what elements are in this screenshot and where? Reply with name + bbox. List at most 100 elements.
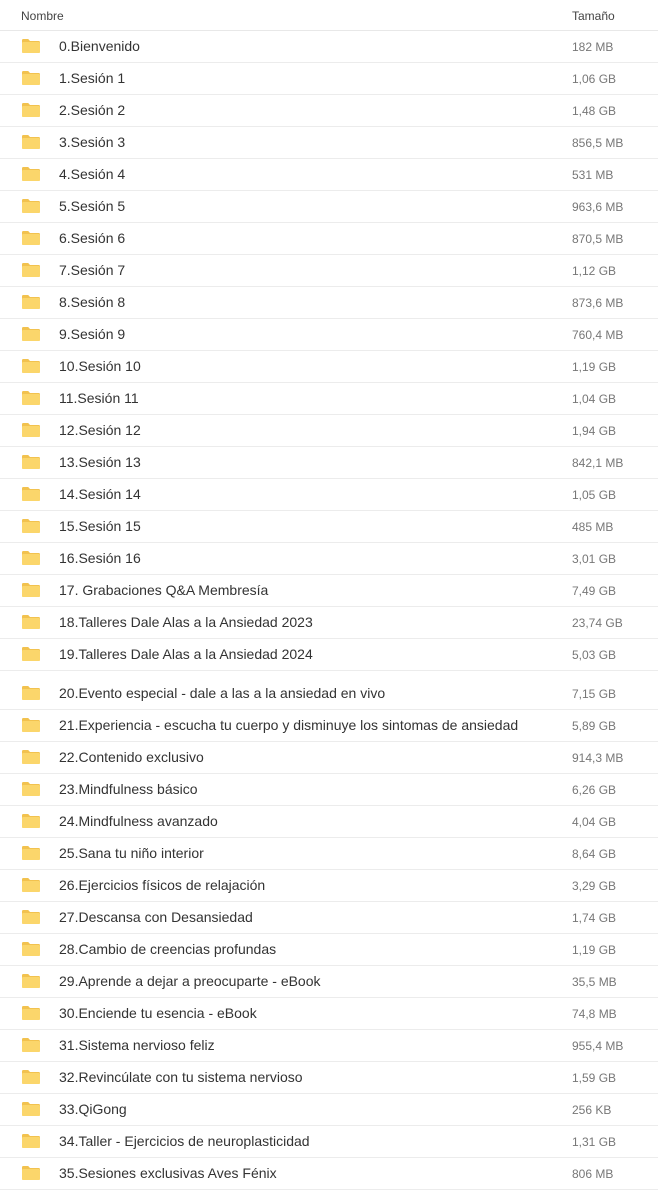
- table-row[interactable]: 9.Sesión 9 760,4 MB: [0, 319, 658, 351]
- table-row[interactable]: 15.Sesión 15 485 MB: [0, 511, 658, 543]
- table-row[interactable]: 1.Sesión 1 1,06 GB: [0, 63, 658, 95]
- folder-name: 29.Aprende a dejar a preocuparte - eBook: [59, 973, 321, 989]
- table-row[interactable]: 6.Sesión 6 870,5 MB: [0, 223, 658, 255]
- folder-size: 6,26 GB: [572, 783, 617, 797]
- folder-name: 2.Sesión 2: [59, 102, 126, 118]
- folder-icon: [21, 230, 41, 246]
- table-row[interactable]: 10.Sesión 10 1,19 GB: [0, 351, 658, 383]
- folder-name: 19.Talleres Dale Alas a la Ansiedad 2024: [59, 646, 313, 662]
- column-header-name[interactable]: Nombre: [21, 9, 64, 23]
- table-row[interactable]: 31.Sistema nervioso feliz 955,4 MB: [0, 1030, 658, 1062]
- folder-size: 1,12 GB: [572, 264, 617, 278]
- column-header-size[interactable]: Tamaño: [572, 9, 615, 23]
- folder-name: 5.Sesión 5: [59, 198, 126, 214]
- folder-name: 16.Sesión 16: [59, 550, 141, 566]
- folder-icon: [21, 38, 41, 54]
- folder-size: 531 MB: [572, 168, 614, 182]
- folder-name: 14.Sesión 14: [59, 486, 141, 502]
- folder-size: 74,8 MB: [572, 1007, 617, 1021]
- table-row[interactable]: 33.QiGong 256 KB: [0, 1094, 658, 1126]
- folder-size: 1,74 GB: [572, 911, 617, 925]
- folder-icon: [21, 685, 41, 701]
- folder-name: 27.Descansa con Desansiedad: [59, 909, 253, 925]
- folder-name: 8.Sesión 8: [59, 294, 126, 310]
- table-row[interactable]: 29.Aprende a dejar a preocuparte - eBook…: [0, 966, 658, 998]
- table-row[interactable]: 30.Enciende tu esencia - eBook 74,8 MB: [0, 998, 658, 1030]
- folder-name: 24.Mindfulness avanzado: [59, 813, 218, 829]
- folder-icon: [21, 486, 41, 502]
- folder-name: 11.Sesión 11: [59, 390, 139, 406]
- table-row[interactable]: 4.Sesión 4 531 MB: [0, 159, 658, 191]
- folder-size: 842,1 MB: [572, 456, 624, 470]
- folder-size: 7,49 GB: [572, 584, 617, 598]
- table-row[interactable]: 5.Sesión 5 963,6 MB: [0, 191, 658, 223]
- folder-icon: [21, 358, 41, 374]
- folder-size: 1,31 GB: [572, 1135, 617, 1149]
- table-row[interactable]: 35.Sesiones exclusivas Aves Fénix 806 MB: [0, 1158, 658, 1190]
- folder-name: 22.Contenido exclusivo: [59, 749, 204, 765]
- table-row[interactable]: 2.Sesión 2 1,48 GB: [0, 95, 658, 127]
- folder-name: 17. Grabaciones Q&A Membresía: [59, 582, 269, 598]
- folder-icon: [21, 454, 41, 470]
- table-row[interactable]: 7.Sesión 7 1,12 GB: [0, 255, 658, 287]
- folder-icon: [21, 1037, 41, 1053]
- folder-icon: [21, 550, 41, 566]
- table-row[interactable]: 13.Sesión 13 842,1 MB: [0, 447, 658, 479]
- folder-name: 4.Sesión 4: [59, 166, 126, 182]
- table-row[interactable]: 26.Ejercicios físicos de relajación 3,29 …: [0, 870, 658, 902]
- folder-name: 28.Cambio de creencias profundas: [59, 941, 277, 957]
- folder-icon: [21, 294, 41, 310]
- folder-size: 5,89 GB: [572, 719, 617, 733]
- table-row[interactable]: 8.Sesión 8 873,6 MB: [0, 287, 658, 319]
- table-row[interactable]: 25.Sana tu niño interior 8,64 GB: [0, 838, 658, 870]
- table-row[interactable]: 14.Sesión 14 1,05 GB: [0, 479, 658, 511]
- folder-size: 1,19 GB: [572, 360, 617, 374]
- table-row[interactable]: 20.Evento especial - dale a las a la ans…: [0, 678, 658, 710]
- table-row[interactable]: 18.Talleres Dale Alas a la Ansiedad 2023…: [0, 607, 658, 639]
- folder-icon: [21, 166, 41, 182]
- table-row[interactable]: 22.Contenido exclusivo 914,3 MB: [0, 742, 658, 774]
- folder-name: 20.Evento especial - dale a las a la ans…: [59, 685, 386, 701]
- table-row[interactable]: 32.Revincúlate con tu sistema nervioso 1,…: [0, 1062, 658, 1094]
- folder-icon: [21, 1165, 41, 1181]
- folder-name: 18.Talleres Dale Alas a la Ansiedad 2023: [59, 614, 313, 630]
- folder-size: 23,74 GB: [572, 616, 623, 630]
- table-row[interactable]: 3.Sesión 3 856,5 MB: [0, 127, 658, 159]
- folder-icon: [21, 198, 41, 214]
- folder-name: 6.Sesión 6: [59, 230, 126, 246]
- table-row[interactable]: 34.Taller - Ejercicios de neuroplasticid…: [0, 1126, 658, 1158]
- folder-icon: [21, 262, 41, 278]
- folder-icon: [21, 582, 41, 598]
- folder-size: 963,6 MB: [572, 200, 624, 214]
- folder-size: 3,29 GB: [572, 879, 617, 893]
- table-row[interactable]: 19.Talleres Dale Alas a la Ansiedad 2024…: [0, 639, 658, 671]
- folder-size: 870,5 MB: [572, 232, 624, 246]
- folder-icon: [21, 845, 41, 861]
- table-row[interactable]: 16.Sesión 16 3,01 GB: [0, 543, 658, 575]
- table-row[interactable]: 24.Mindfulness avanzado 4,04 GB: [0, 806, 658, 838]
- folder-size: 1,05 GB: [572, 488, 617, 502]
- folder-icon: [21, 326, 41, 342]
- folder-size: 1,19 GB: [572, 943, 617, 957]
- folder-icon: [21, 813, 41, 829]
- table-row[interactable]: 23.Mindfulness básico 6,26 GB: [0, 774, 658, 806]
- table-row[interactable]: 17. Grabaciones Q&A Membresía 7,49 GB: [0, 575, 658, 607]
- table-row[interactable]: 11.Sesión 11 1,04 GB: [0, 383, 658, 415]
- folder-icon: [21, 749, 41, 765]
- table-row[interactable]: 21.Experiencia - escucha tu cuerpo y dis…: [0, 710, 658, 742]
- folder-icon: [21, 781, 41, 797]
- folder-name: 23.Mindfulness básico: [59, 781, 198, 797]
- folder-icon: [21, 134, 41, 150]
- table-row[interactable]: 0.Bienvenido 182 MB: [0, 31, 658, 63]
- folder-size: 1,06 GB: [572, 72, 617, 86]
- folder-name: 13.Sesión 13: [59, 454, 141, 470]
- table-row[interactable]: 27.Descansa con Desansiedad 1,74 GB: [0, 902, 658, 934]
- table-row[interactable]: 12.Sesión 12 1,94 GB: [0, 415, 658, 447]
- folder-icon: [21, 646, 41, 662]
- folder-size: 35,5 MB: [572, 975, 617, 989]
- folder-size: 3,01 GB: [572, 552, 617, 566]
- folder-name: 12.Sesión 12: [59, 422, 141, 438]
- folder-icon: [21, 1101, 41, 1117]
- folder-icon: [21, 1069, 41, 1085]
- table-row[interactable]: 28.Cambio de creencias profundas 1,19 GB: [0, 934, 658, 966]
